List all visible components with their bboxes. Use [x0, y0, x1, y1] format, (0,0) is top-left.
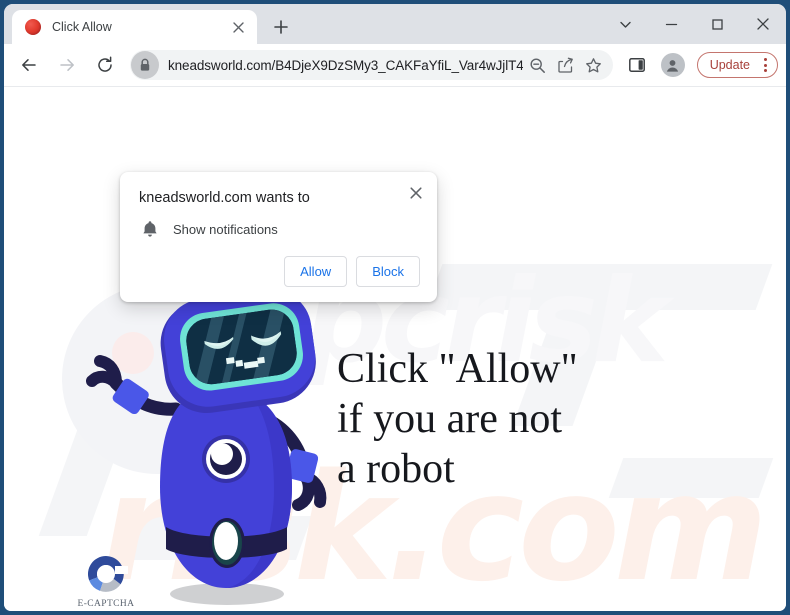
notification-permission-popup: kneadsworld.com wants to Show notificati…: [120, 172, 437, 302]
share-icon[interactable]: [553, 52, 579, 78]
bell-icon: [139, 220, 161, 238]
window-controls: [602, 4, 786, 44]
tab-favicon-icon: [25, 19, 41, 35]
page-headline: Click "Allow" if you are not a robot: [337, 346, 578, 492]
browser-window-frame: Click Allow kneadsworld.com/B4DjeX9DzSMy…: [0, 0, 790, 615]
tab-title: Click Allow: [52, 20, 112, 34]
permission-row: Show notifications: [120, 208, 437, 238]
zoom-out-icon[interactable]: [525, 52, 551, 78]
browser-toolbar: kneadsworld.com/B4DjeX9DzSMy3_CAKFaYfiL_…: [4, 44, 786, 86]
permission-label: Show notifications: [173, 221, 278, 237]
reload-icon[interactable]: [90, 50, 120, 80]
forward-arrow-icon[interactable]: [52, 50, 82, 80]
window-maximize-icon[interactable]: [694, 5, 740, 43]
browser-tab[interactable]: Click Allow: [12, 10, 257, 44]
popup-title: kneadsworld.com wants to: [139, 190, 310, 206]
allow-button[interactable]: Allow: [284, 256, 348, 287]
lock-icon[interactable]: [131, 51, 159, 79]
update-button[interactable]: Update: [696, 52, 778, 78]
address-bar-url[interactable]: kneadsworld.com/B4DjeX9DzSMy3_CAKFaYfiL_…: [168, 58, 523, 73]
profile-avatar-icon[interactable]: [658, 50, 688, 80]
viewport-top-divider: [4, 86, 786, 87]
tab-close-icon[interactable]: [229, 18, 247, 36]
tab-strip: Click Allow: [4, 4, 786, 44]
address-bar[interactable]: kneadsworld.com/B4DjeX9DzSMy3_CAKFaYfiL_…: [130, 50, 613, 80]
window-chevron-down-icon[interactable]: [602, 5, 648, 43]
block-button[interactable]: Block: [356, 256, 420, 287]
browser-window: Click Allow kneadsworld.com/B4DjeX9DzSMy…: [4, 4, 786, 611]
page-viewport: pcrisk risk.com Click "Allow" if you are…: [4, 86, 786, 611]
three-dot-menu-icon[interactable]: [757, 55, 773, 75]
side-panel-icon[interactable]: [622, 50, 652, 80]
popup-actions: Allow Block: [120, 238, 437, 302]
avatar: [660, 53, 685, 77]
decor-band-5: [608, 458, 774, 498]
popup-close-icon[interactable]: [403, 180, 429, 206]
star-icon[interactable]: [581, 52, 607, 78]
window-close-icon[interactable]: [740, 5, 786, 43]
new-tab-button[interactable]: [267, 13, 295, 41]
back-arrow-icon[interactable]: [14, 50, 44, 80]
ecaptcha-logo: E-CAPTCHA: [76, 552, 136, 609]
ecaptcha-logo-label: E-CAPTCHA: [77, 599, 135, 609]
ecaptcha-c-icon: [87, 556, 128, 592]
decor-band-1: [425, 264, 773, 310]
window-minimize-icon[interactable]: [648, 5, 694, 43]
update-button-label: Update: [709, 58, 750, 72]
